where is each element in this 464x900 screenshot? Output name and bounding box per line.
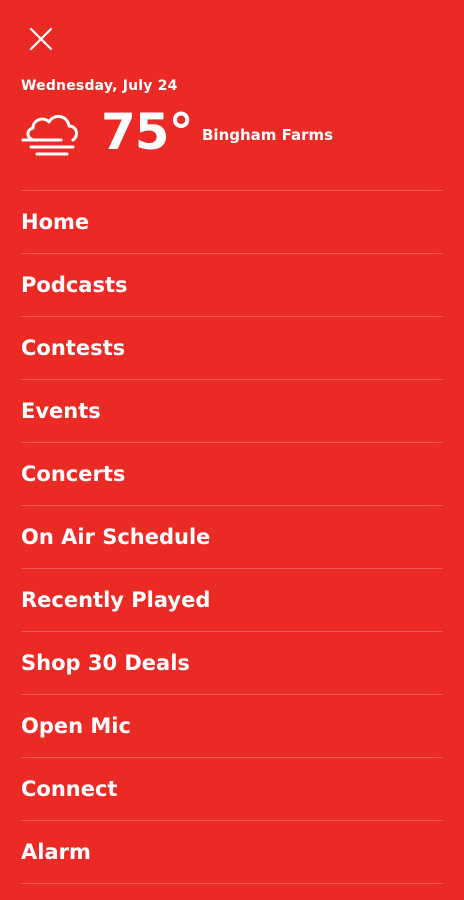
- menu-item-shop-30-deals[interactable]: Shop 30 Deals: [0, 632, 464, 694]
- menu-item-concerts[interactable]: Concerts: [0, 443, 464, 505]
- close-icon: [29, 27, 53, 51]
- close-button[interactable]: [26, 24, 56, 54]
- menu-item-recently-played[interactable]: Recently Played: [0, 569, 464, 631]
- location-label: Bingham Farms: [202, 126, 334, 144]
- divider: [21, 883, 443, 884]
- menu-item-on-air-schedule[interactable]: On Air Schedule: [0, 506, 464, 568]
- menu-item-contests[interactable]: Contests: [0, 317, 464, 379]
- cloud-fog-icon: [21, 110, 81, 160]
- weather-widget: 75° Bingham Farms: [21, 103, 441, 166]
- menu-item-alarm[interactable]: Alarm: [0, 821, 464, 883]
- nav-menu: Home Podcasts Contests Events Concerts O…: [0, 190, 464, 884]
- menu-item-podcasts[interactable]: Podcasts: [0, 254, 464, 316]
- menu-item-events[interactable]: Events: [0, 380, 464, 442]
- menu-item-home[interactable]: Home: [0, 191, 464, 253]
- menu-item-open-mic[interactable]: Open Mic: [0, 695, 464, 757]
- menu-item-connect[interactable]: Connect: [0, 758, 464, 820]
- date-label: Wednesday, July 24: [21, 78, 178, 94]
- temperature: 75°: [101, 103, 194, 161]
